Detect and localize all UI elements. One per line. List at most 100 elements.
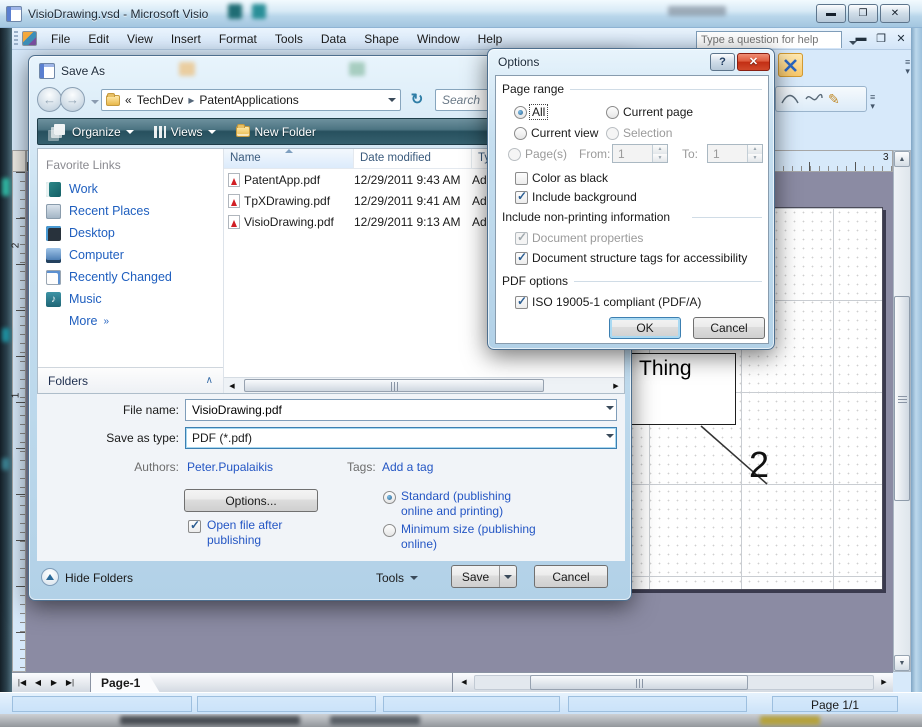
- refresh-icon[interactable]: ↻: [405, 89, 429, 111]
- hscroll-right-icon[interactable]: ▶: [876, 675, 892, 691]
- breadcrumb-patentapplications[interactable]: PatentApplications: [199, 93, 298, 107]
- previous-page-icon[interactable]: ◀: [30, 675, 46, 691]
- file-list-horizontal-scrollbar[interactable]: ◀ ▶: [224, 377, 624, 393]
- add-a-tag-link[interactable]: Add a tag: [382, 460, 433, 474]
- save-dropdown-icon[interactable]: [499, 566, 516, 587]
- file-name-combo[interactable]: [185, 399, 617, 421]
- close-window-button[interactable]: ✕: [880, 4, 910, 23]
- cancel-button[interactable]: Cancel: [534, 565, 608, 588]
- include-background-checkbox[interactable]: [515, 191, 528, 204]
- tools-dropdown[interactable]: Tools: [376, 571, 418, 585]
- menu-shape[interactable]: Shape: [355, 30, 408, 48]
- horizontal-scroll-thumb[interactable]: [530, 675, 748, 690]
- maximize-window-button[interactable]: ❐: [848, 4, 878, 23]
- breadcrumb-overflow-chevron[interactable]: «: [125, 93, 132, 107]
- history-dropdown-icon[interactable]: [88, 95, 99, 109]
- document-structure-checkbox[interactable]: [515, 252, 528, 265]
- standard-radio-label[interactable]: Standard (publishing online and printing…: [401, 489, 539, 519]
- authors-value-link[interactable]: Peter.Pupalaikis: [187, 460, 273, 474]
- all-radio[interactable]: [514, 106, 527, 119]
- save-as-type-combo[interactable]: PDF (*.pdf): [185, 427, 617, 449]
- toolbar-grip[interactable]: [14, 31, 18, 47]
- column-header-date-modified[interactable]: Date modified: [354, 149, 472, 168]
- doc-close-button[interactable]: ✕: [892, 32, 910, 45]
- scroll-down-icon[interactable]: ▼: [894, 655, 910, 671]
- all-radio-label[interactable]: All: [530, 105, 547, 119]
- breadcrumb-techdev[interactable]: TechDev: [137, 93, 184, 107]
- minimum-size-radio-label[interactable]: Minimum size (publishing online): [401, 522, 551, 552]
- cancel-button[interactable]: Cancel: [693, 317, 765, 339]
- menu-file[interactable]: File: [42, 30, 79, 48]
- callout-number-2[interactable]: 2: [749, 444, 769, 486]
- sidebar-item-music[interactable]: ♪ Music: [38, 288, 223, 310]
- minimum-size-radio[interactable]: [383, 524, 396, 537]
- iso-compliant-label[interactable]: ISO 19005-1 compliant (PDF/A): [532, 295, 701, 309]
- first-page-icon[interactable]: |◀: [14, 675, 30, 691]
- include-background-label[interactable]: Include background: [532, 190, 637, 204]
- sidebar-more-link[interactable]: More »: [38, 310, 223, 332]
- breadcrumb[interactable]: « TechDev ▸ PatentApplications: [101, 89, 401, 111]
- views-button[interactable]: Views: [144, 119, 226, 144]
- hscroll-right-icon[interactable]: ▶: [608, 379, 624, 395]
- menu-data[interactable]: Data: [312, 30, 355, 48]
- sidebar-item-desktop[interactable]: Desktop: [38, 222, 223, 244]
- file-name-input[interactable]: [186, 403, 601, 417]
- menu-window[interactable]: Window: [408, 30, 469, 48]
- doc-minimize-button[interactable]: ▬: [852, 32, 870, 44]
- options-button[interactable]: Options...: [184, 489, 318, 512]
- sidebar-item-recently-changed[interactable]: Recently Changed: [38, 266, 223, 288]
- forward-icon[interactable]: →: [60, 87, 85, 112]
- arc-tool-icon[interactable]: [780, 91, 800, 108]
- doc-restore-button[interactable]: ❐: [872, 32, 890, 45]
- hscroll-left-icon[interactable]: ◀: [456, 675, 472, 691]
- help-question-field[interactable]: [697, 33, 841, 48]
- open-after-checkbox[interactable]: [188, 520, 201, 533]
- save-split-button[interactable]: Save: [451, 565, 517, 588]
- organize-button[interactable]: Organize: [38, 119, 144, 144]
- color-as-black-checkbox[interactable]: [515, 172, 528, 185]
- menu-view[interactable]: View: [118, 30, 162, 48]
- current-view-label[interactable]: Current view: [531, 126, 598, 140]
- menu-tools[interactable]: Tools: [266, 30, 312, 48]
- hide-folders-label[interactable]: Hide Folders: [65, 571, 133, 585]
- freeform-tool-icon[interactable]: [804, 91, 824, 108]
- horizontal-scroll-thumb[interactable]: [244, 379, 544, 392]
- sidebar-item-computer[interactable]: Computer: [38, 244, 223, 266]
- color-as-black-label[interactable]: Color as black: [532, 171, 608, 185]
- chevron-down-icon[interactable]: [601, 428, 616, 448]
- chevron-down-icon[interactable]: [601, 400, 616, 420]
- standard-radio[interactable]: [383, 491, 396, 504]
- document-icon[interactable]: [22, 31, 37, 46]
- folders-expander[interactable]: Folders ∧: [38, 367, 223, 393]
- page-indicator[interactable]: Page 1/1: [772, 696, 898, 712]
- menu-help[interactable]: Help: [469, 30, 512, 48]
- dialog-close-icon[interactable]: ✕: [737, 53, 770, 71]
- toolbar-overflow-icon[interactable]: ≡▾: [905, 58, 910, 76]
- ok-button[interactable]: OK: [609, 317, 681, 339]
- menu-insert[interactable]: Insert: [162, 30, 210, 48]
- document-structure-label[interactable]: Document structure tags for accessibilit…: [532, 251, 747, 265]
- save-button[interactable]: Save: [452, 566, 499, 587]
- new-folder-button[interactable]: New Folder: [226, 119, 326, 144]
- last-page-icon[interactable]: ▶|: [62, 675, 78, 691]
- column-header-name[interactable]: Name: [224, 149, 354, 168]
- current-page-label[interactable]: Current page: [623, 105, 693, 119]
- connection-point-tool-icon[interactable]: [778, 53, 803, 77]
- address-dropdown-icon[interactable]: [385, 93, 396, 107]
- hide-folders-icon[interactable]: [41, 568, 59, 586]
- menu-edit[interactable]: Edit: [79, 30, 118, 48]
- current-page-radio[interactable]: [606, 106, 619, 119]
- menu-format[interactable]: Format: [210, 30, 266, 48]
- minimize-window-button[interactable]: ▬: [816, 4, 846, 23]
- sidebar-item-work[interactable]: Work: [38, 178, 223, 200]
- tab-page-1[interactable]: Page-1: [90, 673, 160, 693]
- dialog-help-icon[interactable]: ?: [710, 53, 735, 71]
- next-page-icon[interactable]: ▶: [46, 675, 62, 691]
- sidebar-item-recent-places[interactable]: Recent Places: [38, 200, 223, 222]
- iso-compliant-checkbox[interactable]: [515, 296, 528, 309]
- back-icon[interactable]: ←: [37, 87, 62, 112]
- current-view-radio[interactable]: [514, 127, 527, 140]
- help-question-input[interactable]: [696, 31, 842, 48]
- canvas-vertical-scrollbar[interactable]: ▲ ▼: [893, 150, 911, 672]
- scroll-up-icon[interactable]: ▲: [894, 151, 910, 167]
